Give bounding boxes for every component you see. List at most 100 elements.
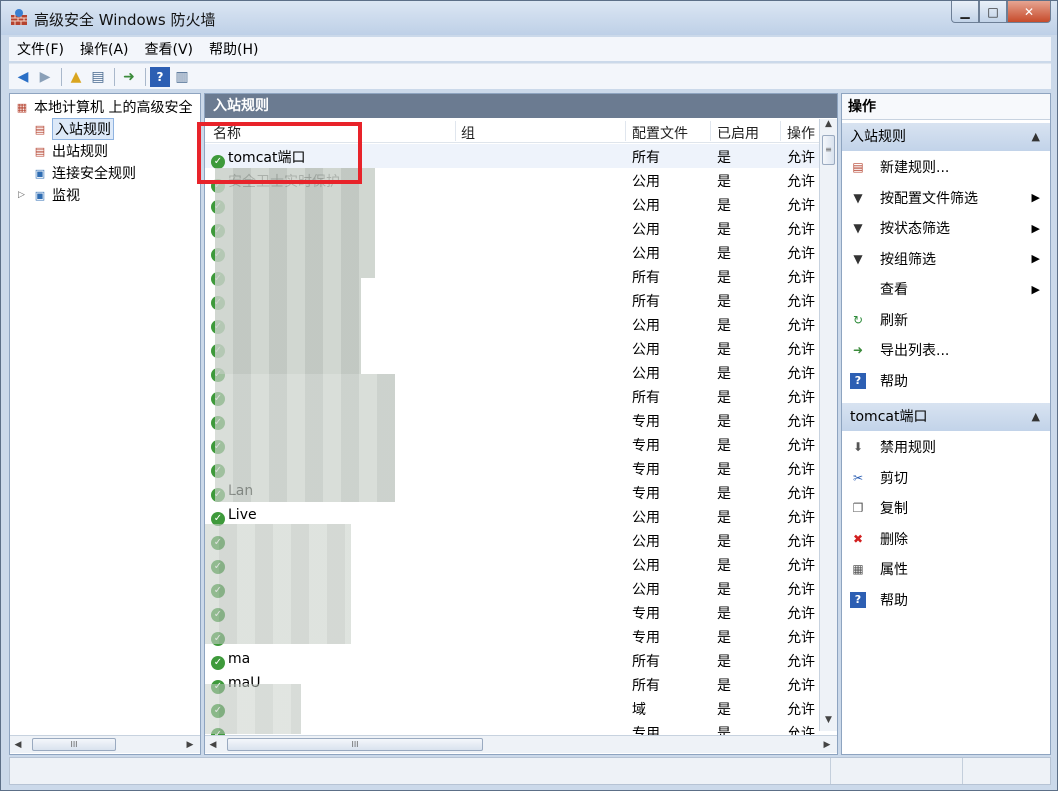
menu-view[interactable]: 查看(V): [145, 39, 194, 59]
action-label: 帮助: [880, 592, 908, 609]
action-item[interactable]: ➜ 导出列表...: [842, 336, 1050, 364]
rule-enabled: 是: [717, 198, 731, 214]
rule-enabled: 是: [717, 366, 731, 382]
menu-file[interactable]: 文件(F): [17, 39, 64, 59]
rule-enabled: 是: [717, 630, 731, 646]
rule-enabled: 是: [717, 486, 731, 502]
action-item[interactable]: ❐ 复制: [842, 494, 1050, 522]
inbound-rules-icon: ▤: [34, 122, 46, 136]
action-item[interactable]: ▦ 属性: [842, 555, 1050, 583]
rule-enabled: 是: [717, 654, 731, 670]
disable-icon: ⬇: [852, 440, 864, 454]
export-icon: ➜: [852, 343, 864, 357]
col-action[interactable]: 操作: [787, 123, 815, 143]
back-icon[interactable]: ◀: [13, 67, 33, 87]
console-tree: ▦ 本地计算机 上的高级安全 ▤ 入站规则 ▤ 出站规则 ▣ 连接安全规则 ▷ …: [9, 93, 201, 755]
expand-icon[interactable]: ▷: [18, 190, 32, 200]
show-hide-action-pane-icon[interactable]: ▥: [172, 67, 192, 87]
scroll-thumb[interactable]: III: [227, 738, 483, 751]
tree-item-connection-security-rules[interactable]: ▣ 连接安全规则: [32, 162, 136, 184]
highlight-annotation: [197, 122, 362, 184]
rule-profile: 所有: [632, 270, 660, 286]
col-profile[interactable]: 配置文件: [632, 123, 688, 143]
rule-profile: 专用: [632, 462, 660, 478]
action-item[interactable]: ▼ 按状态筛选 ▶: [842, 214, 1050, 242]
menu-help[interactable]: 帮助(H): [209, 39, 258, 59]
action-item[interactable]: ▼ 按配置文件筛选 ▶: [842, 184, 1050, 212]
submenu-arrow-icon: ▶: [1031, 252, 1040, 265]
scroll-right-icon[interactable]: ▶: [819, 740, 835, 750]
rule-profile: 专用: [632, 438, 660, 454]
rule-profile: 公用: [632, 174, 660, 190]
export-list-icon[interactable]: ➜: [119, 67, 139, 87]
rule-profile: 所有: [632, 654, 660, 670]
pixelated-area: [205, 684, 301, 734]
rule-action: 允许: [787, 198, 815, 214]
help-icon[interactable]: ?: [150, 66, 170, 87]
scroll-thumb[interactable]: III: [32, 738, 116, 751]
col-divider[interactable]: [455, 121, 456, 141]
tree-horizontal-scrollbar[interactable]: ◀ III ▶: [10, 735, 200, 753]
col-group[interactable]: 组: [461, 123, 475, 143]
rule-enabled: 是: [717, 318, 731, 334]
action-item[interactable]: 查看 ▶: [842, 275, 1050, 303]
collapse-icon[interactable]: ▲: [1032, 403, 1040, 431]
rule-action: 允许: [787, 534, 815, 550]
rules-horizontal-scrollbar[interactable]: ◀ III ▶: [205, 735, 837, 753]
col-divider[interactable]: [625, 121, 626, 141]
action-label: 查看: [880, 282, 908, 298]
scroll-right-icon[interactable]: ▶: [182, 740, 198, 750]
menu-bar: 文件(F) 操作(A) 查看(V) 帮助(H): [9, 37, 1051, 61]
tree-item-outbound-rules[interactable]: ▤ 出站规则: [32, 140, 108, 162]
rule-profile: 专用: [632, 486, 660, 502]
pixelated-area: [215, 374, 395, 502]
rule-enabled: 是: [717, 294, 731, 310]
enabled-check-icon: ✓: [211, 656, 225, 670]
action-item[interactable]: ✂ 剪切: [842, 464, 1050, 492]
rule-enabled: 是: [717, 174, 731, 190]
menu-action[interactable]: 操作(A): [80, 39, 129, 59]
tree-item-inbound-rules[interactable]: ▤ 入站规则: [32, 118, 114, 140]
action-label: 按配置文件筛选: [880, 190, 978, 207]
minimize-button[interactable]: ▁: [951, 1, 979, 23]
maximize-button[interactable]: □: [979, 1, 1007, 23]
properties-icon: ▦: [852, 562, 864, 576]
tree-item-label: 入站规则: [52, 118, 114, 140]
scroll-left-icon[interactable]: ◀: [10, 740, 26, 750]
scroll-up-icon[interactable]: ▲: [820, 119, 837, 135]
col-divider[interactable]: [710, 121, 711, 141]
scroll-thumb[interactable]: ≡: [822, 135, 835, 165]
rule-action: 允许: [787, 438, 815, 454]
up-folder-icon[interactable]: ▲: [66, 67, 86, 87]
action-item[interactable]: ▼ 按组筛选 ▶: [842, 245, 1050, 273]
scroll-left-icon[interactable]: ◀: [205, 740, 221, 750]
action-item[interactable]: ✖ 删除: [842, 525, 1050, 553]
rule-action: 允许: [787, 270, 815, 286]
rules-vertical-scrollbar[interactable]: ▲ ≡ ▼: [819, 119, 837, 731]
collapse-icon[interactable]: ▲: [1032, 123, 1040, 151]
action-item[interactable]: ↻ 刷新: [842, 306, 1050, 334]
filter-icon: ▼: [853, 221, 863, 235]
tree-root[interactable]: ▦ 本地计算机 上的高级安全: [14, 96, 193, 118]
action-item[interactable]: ⬇ 禁用规则: [842, 433, 1050, 461]
rule-profile: 公用: [632, 246, 660, 262]
tree-item-label: 监视: [52, 188, 80, 204]
rule-enabled: 是: [717, 510, 731, 526]
scroll-down-icon[interactable]: ▼: [820, 715, 837, 731]
actions-section-header[interactable]: tomcat端口 ▲: [842, 403, 1050, 431]
tree-root-label: 本地计算机 上的高级安全: [34, 100, 193, 116]
col-enabled[interactable]: 已启用: [717, 123, 759, 143]
tree-item-monitoring[interactable]: ▷ ▣ 监视: [18, 184, 80, 206]
rule-action: 允许: [787, 294, 815, 310]
rule-enabled: 是: [717, 606, 731, 622]
actions-pane: 操作 入站规则 ▲ ▤ 新建规则... ▼ 按配置文件筛选 ▶ ▼ 按状态筛选 ▶ ▼ 按组筛选 ▶ 查看…: [841, 93, 1051, 755]
action-item[interactable]: ▤ 新建规则...: [842, 153, 1050, 181]
table-row[interactable]: ✓ ma 所有 是 允许: [205, 648, 819, 672]
action-item[interactable]: ? 帮助: [842, 586, 1050, 614]
col-divider[interactable]: [780, 121, 781, 141]
actions-section-header[interactable]: 入站规则 ▲: [842, 123, 1050, 151]
forward-icon[interactable]: ▶: [35, 67, 55, 87]
action-item[interactable]: ? 帮助: [842, 367, 1050, 395]
close-button[interactable]: ✕: [1007, 1, 1051, 23]
show-hide-tree-icon[interactable]: ▤: [88, 67, 108, 87]
